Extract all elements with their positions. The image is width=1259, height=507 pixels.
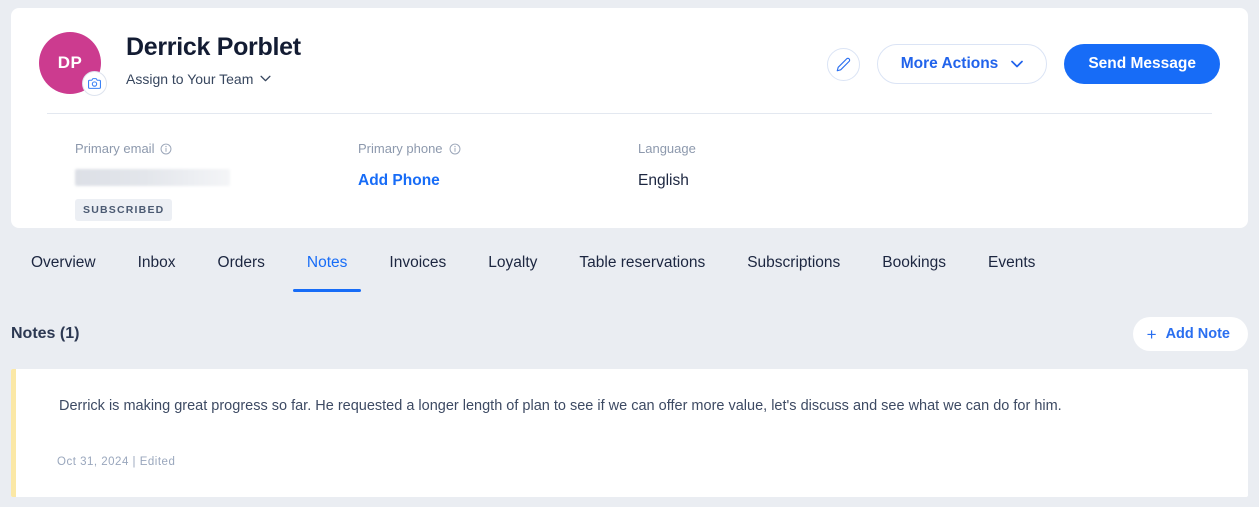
tab-bookings[interactable]: Bookings [882, 246, 946, 292]
add-note-label: Add Note [1165, 326, 1230, 342]
contact-fields: Primary email SUBSCRIBED Primary phone A… [75, 141, 696, 221]
header-divider [47, 113, 1212, 114]
info-icon [161, 143, 172, 155]
tab-overview[interactable]: Overview [31, 246, 96, 292]
profile-header: DP Derrick Porblet Assign to Your Team M… [11, 8, 1248, 100]
primary-email-value[interactable] [75, 168, 230, 186]
profile-tabs: Overview Inbox Orders Notes Invoices Loy… [0, 246, 1259, 296]
tab-notes[interactable]: Notes [293, 246, 361, 292]
notes-heading: Notes (1) [11, 325, 80, 342]
avatar[interactable]: DP [39, 32, 107, 96]
language-field: Language English [638, 141, 696, 221]
chevron-down-icon [1011, 60, 1024, 68]
send-message-button[interactable]: Send Message [1064, 44, 1220, 84]
contact-profile-page: DP Derrick Porblet Assign to Your Team M… [0, 0, 1259, 507]
note-text: Derrick is making great progress so far.… [59, 398, 1062, 414]
note-timestamp: Oct 31, 2024 | Edited [57, 456, 176, 468]
profile-card: DP Derrick Porblet Assign to Your Team M… [11, 8, 1248, 228]
language-value: English [638, 171, 689, 189]
primary-email-field: Primary email SUBSCRIBED [75, 141, 358, 221]
send-message-label: Send Message [1088, 55, 1196, 72]
tab-inbox[interactable]: Inbox [138, 246, 176, 292]
edit-profile-button[interactable] [826, 47, 860, 81]
more-actions-label: More Actions [900, 55, 999, 72]
header-actions: More Actions Send Message [826, 44, 1220, 84]
chevron-down-icon [260, 75, 271, 82]
more-actions-button[interactable]: More Actions [876, 44, 1048, 84]
tab-events[interactable]: Events [988, 246, 1035, 292]
primary-phone-label: Primary phone [358, 141, 638, 157]
primary-phone-field: Primary phone Add Phone [358, 141, 638, 221]
assign-to-team-dropdown[interactable]: Assign to Your Team [126, 71, 271, 87]
add-phone-link[interactable]: Add Phone [358, 172, 638, 190]
tab-invoices[interactable]: Invoices [389, 246, 446, 292]
plus-icon: + [1146, 324, 1157, 344]
tab-orders[interactable]: Orders [218, 246, 265, 292]
name-block: Derrick Porblet Assign to Your Team [126, 28, 301, 87]
info-icon [449, 143, 460, 155]
tab-subscriptions[interactable]: Subscriptions [747, 246, 840, 292]
status-badge: SUBSCRIBED [75, 198, 173, 221]
note-accent-bar [11, 369, 16, 497]
primary-email-label: Primary email [75, 141, 358, 157]
page-title: Derrick Porblet [126, 33, 301, 61]
tab-loyalty[interactable]: Loyalty [488, 246, 537, 292]
note-card[interactable]: Derrick is making great progress so far.… [11, 369, 1248, 497]
language-label: Language [638, 141, 696, 156]
camera-icon[interactable] [82, 71, 107, 96]
assign-to-team-label: Assign to Your Team [126, 70, 254, 87]
notes-section-header: Notes (1) + Add Note [11, 317, 1248, 351]
tab-table-reservations[interactable]: Table reservations [579, 246, 705, 292]
pencil-icon [836, 57, 850, 71]
add-note-button[interactable]: + Add Note [1132, 317, 1248, 351]
